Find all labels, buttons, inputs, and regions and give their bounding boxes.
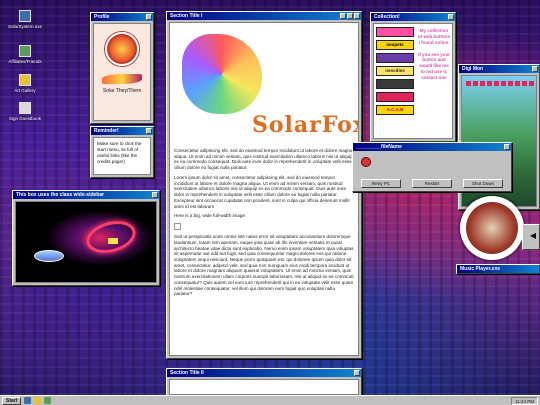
collection-text-1: My collection of web buttons I found onl… xyxy=(418,28,450,45)
space-scene-image xyxy=(15,201,157,283)
close-icon[interactable] xyxy=(354,370,360,376)
shut-down-button[interactable]: Shut Down xyxy=(463,179,503,188)
digimon-titlebar[interactable]: Digi Mon xyxy=(459,65,539,73)
reminder-text: Make sure to click the start menu, its f… xyxy=(97,141,142,164)
dialog-titlebar[interactable]: _________fileName xyxy=(353,143,511,151)
wide-sidebar-titlebar[interactable]: This box uses the class wide-sidebar xyxy=(13,191,159,199)
desktop-icon-solarsystem[interactable]: SolarSystem.exe xyxy=(0,10,50,29)
desktop-icon-art-gallery[interactable]: Art Gallery xyxy=(0,74,50,93)
network-icon xyxy=(19,45,31,57)
desktop-icon-guestbook[interactable]: Sign Guestbook xyxy=(0,102,50,121)
next-track-button[interactable]: ◀ xyxy=(522,224,540,250)
internet-icon[interactable] xyxy=(24,397,32,404)
wide-sidebar-window: This box uses the class wide-sidebar xyxy=(12,190,160,286)
music-titlebar[interactable]: Music Player.exe xyxy=(457,265,539,273)
profile-titlebar[interactable]: Profile xyxy=(91,13,153,21)
desktop-icon-affiliates[interactable]: Affiliates/Friends xyxy=(0,45,50,64)
close-icon[interactable] xyxy=(146,14,152,20)
section-2-window: Section Title II xyxy=(166,368,362,398)
error-dialog: _________fileName Retry PC Restart Shut … xyxy=(352,142,512,192)
black-hole xyxy=(82,216,140,258)
dragon-icon xyxy=(182,34,262,114)
music-player xyxy=(460,196,524,260)
media-icon[interactable] xyxy=(44,397,52,404)
paragraph-3: Here is a big, wide full-width image: xyxy=(174,213,247,219)
close-icon[interactable] xyxy=(448,14,454,20)
collection-window: Collection! neopets neocities A.C.A.B My… xyxy=(370,12,456,142)
web-button[interactable] xyxy=(376,53,414,63)
web-button[interactable] xyxy=(376,79,414,89)
music-player-window: Music Player.exe xyxy=(456,264,540,274)
section-1-titlebar[interactable]: Section Title I xyxy=(167,12,361,20)
solarfox-logo: SolarFox xyxy=(174,26,358,148)
reminder-titlebar[interactable]: Reminder! xyxy=(91,127,153,135)
web-button[interactable]: neocities xyxy=(376,66,414,76)
retry-pc-button[interactable]: Retry PC xyxy=(361,179,401,188)
web-button[interactable]: neopets xyxy=(376,40,414,50)
sun-avatar xyxy=(105,32,139,66)
paragraph-2: Lorem ipsum dolor sit amet, consectetur … xyxy=(174,174,350,209)
web-button[interactable]: A.C.A.B xyxy=(376,105,414,115)
collection-buttons: neopets neocities A.C.A.B xyxy=(374,24,416,138)
section-1-window: Section Title I SolarFox Consectetur adi… xyxy=(166,11,362,359)
broken-image-icon xyxy=(174,223,181,231)
paragraph-1: Consectetur adipiscing elit, sed do eius… xyxy=(174,148,353,171)
spaceship-sprite xyxy=(108,238,118,244)
close-icon[interactable] xyxy=(504,144,510,150)
ufo-sprite xyxy=(34,250,64,262)
clock: 11:44 PM xyxy=(511,396,538,405)
close-icon[interactable] xyxy=(146,128,152,134)
logo-text: SolarFox xyxy=(252,112,359,138)
close-icon[interactable] xyxy=(532,66,538,72)
reminder-window: Reminder! Make sure to click the start m… xyxy=(90,126,154,178)
collection-titlebar[interactable]: Collection! xyxy=(371,13,455,21)
hearts-row xyxy=(466,81,536,86)
computer-icon xyxy=(19,10,31,22)
paragraph-4: Sed ut perspiciatis unde omnis iste natu… xyxy=(174,234,354,297)
collection-text-2: If you see your button and would like me… xyxy=(418,51,450,80)
profile-caption: Solar They/Them xyxy=(102,88,142,94)
book-icon xyxy=(19,102,31,114)
minimize-icon[interactable] xyxy=(340,13,346,19)
fox-sprite xyxy=(102,74,142,84)
web-button[interactable] xyxy=(376,92,414,102)
close-icon[interactable] xyxy=(354,13,360,19)
section-2-titlebar[interactable]: Section Title II xyxy=(167,369,361,377)
taskbar: Start 11:44 PM xyxy=(0,395,540,405)
album-art xyxy=(466,202,518,254)
paint-icon xyxy=(19,74,31,86)
warning-icon xyxy=(361,157,371,167)
web-button[interactable] xyxy=(376,27,414,37)
start-button[interactable]: Start xyxy=(2,396,22,405)
restart-button[interactable]: Restart xyxy=(412,179,452,188)
profile-window: Profile Solar They/Them xyxy=(90,12,154,124)
maximize-icon[interactable] xyxy=(347,13,353,19)
folder-icon[interactable] xyxy=(34,397,42,404)
close-icon[interactable] xyxy=(152,192,158,198)
